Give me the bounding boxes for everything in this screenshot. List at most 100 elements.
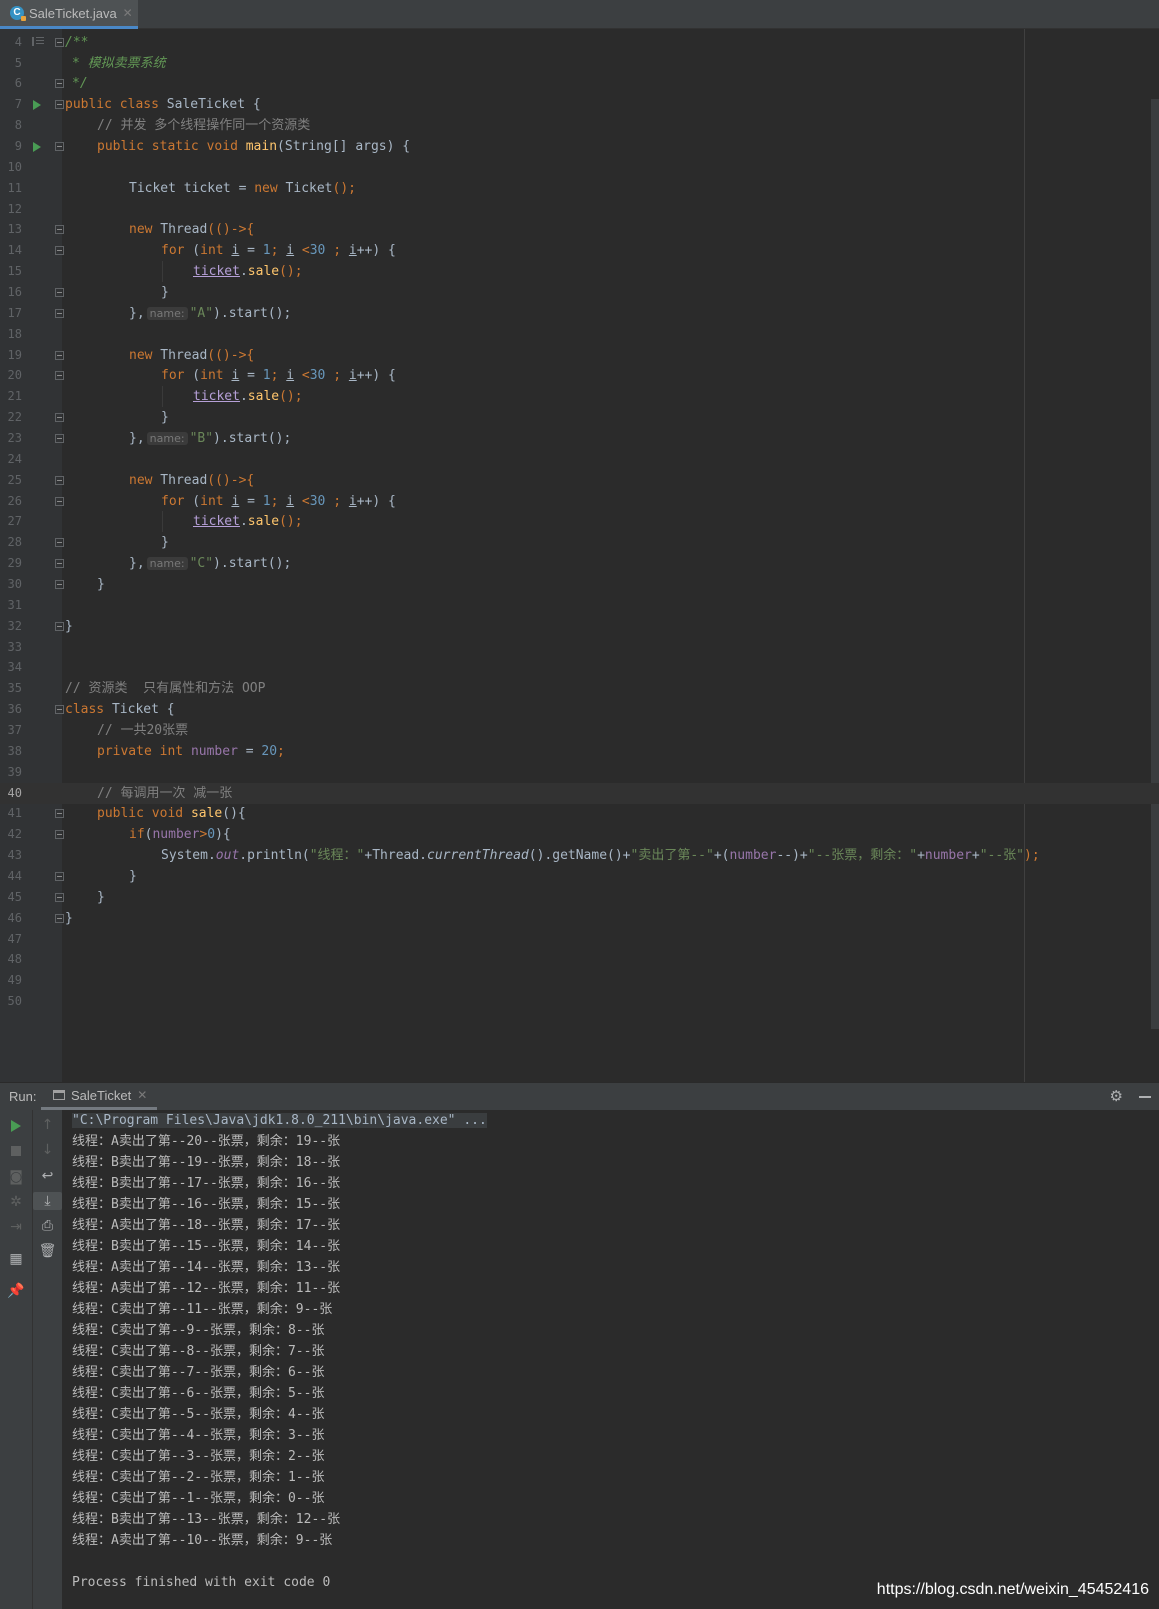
fold-icon[interactable]: [55, 476, 64, 485]
fold-icon[interactable]: [55, 538, 64, 547]
fold-icon[interactable]: [55, 559, 64, 568]
class-declaration: public class SaleTicket {: [65, 97, 261, 112]
fold-icon[interactable]: [55, 872, 64, 881]
trash-icon[interactable]: 🗑: [33, 1242, 62, 1260]
code-line: 10: [7, 160, 22, 174]
code-line: 29}, name: "C").start();: [7, 556, 292, 571]
run-main-icon[interactable]: [33, 142, 41, 152]
soft-wrap-icon[interactable]: ↩: [33, 1167, 62, 1185]
fold-icon[interactable]: [55, 809, 64, 818]
fold-icon[interactable]: [55, 309, 64, 318]
fold-icon[interactable]: [55, 497, 64, 506]
arrow-down-icon[interactable]: ↓: [33, 1141, 62, 1159]
code-line: 39: [7, 765, 22, 779]
watermark: https://blog.csdn.net/weixin_45452416: [876, 1581, 1149, 1598]
close-tab-icon[interactable]: ✕: [123, 6, 133, 20]
console-output-line: 线程：C卖出了第--11--张票，剩余：9--张: [72, 1302, 333, 1317]
fold-icon[interactable]: [55, 830, 64, 839]
arrow-up-icon[interactable]: ↑: [33, 1116, 62, 1134]
console-command-line: "C:\Program Files\Java\jdk1.8.0_211\bin\…: [72, 1113, 487, 1128]
run-left-toolbar: ◙ ✲ ⇥ ▦ 📌: [0, 1110, 32, 1609]
run-second-toolbar: ↑ ↓ ↩ ⤓ ⎙ 🗑: [32, 1110, 62, 1609]
fold-icon[interactable]: [55, 225, 64, 234]
run-class-icon[interactable]: [33, 100, 41, 110]
code-line: 21 ticket.sale();: [0, 386, 1159, 407]
run-tool-window: ◙ ✲ ⇥ ▦ 📌 ↑ ↓ ↩ ⤓ ⎙ 🗑 "C:\Program Files\…: [0, 1110, 1159, 1609]
gear-icon[interactable]: ⚙: [1110, 1087, 1123, 1105]
code-line: 42 if(number>0){: [7, 827, 231, 842]
code-line: 41 public void sale(){: [0, 803, 1159, 824]
console-output-line: 线程：A卖出了第--14--张票，剩余：13--张: [72, 1260, 341, 1275]
code-line: 37// 一共20张票: [7, 723, 189, 738]
console-output-line: 线程：B卖出了第--19--张票，剩余：18--张: [72, 1155, 341, 1170]
code-line: 31: [7, 598, 22, 612]
layout-icon[interactable]: ▦: [0, 1250, 32, 1268]
fold-icon[interactable]: [55, 142, 64, 151]
console-exit-line: Process finished with exit code 0: [72, 1575, 331, 1590]
code-line: 14 for (int i = 1; i <30 ; i++) {: [7, 243, 396, 258]
console-output-line: 线程：C卖出了第--5--张票，剩余：4--张: [72, 1407, 325, 1422]
run-tab-label: SaleTicket: [71, 1087, 132, 1103]
fold-icon[interactable]: [55, 79, 64, 88]
code-line: 16}: [7, 285, 169, 300]
console-output-line: 线程：B卖出了第--15--张票，剩余：14--张: [72, 1239, 341, 1254]
close-run-tab-icon[interactable]: ✕: [137, 1088, 147, 1102]
fold-icon[interactable]: [55, 246, 64, 255]
minimize-icon[interactable]: [1139, 1096, 1151, 1098]
reader-mode-icon[interactable]: [32, 37, 44, 46]
fold-icon[interactable]: [55, 38, 64, 47]
console-output-line: 线程：A卖出了第--10--张票，剩余：9--张: [72, 1533, 333, 1548]
fold-icon[interactable]: [55, 100, 64, 109]
code-line: 26 for (int i = 1; i <30 ; i++) {: [7, 494, 396, 509]
console-icon: [53, 1090, 65, 1100]
fold-icon[interactable]: [55, 893, 64, 902]
code-line: 5 * 模拟卖票系统: [14, 56, 166, 71]
code-line: 33: [7, 640, 22, 654]
console-output-line: 线程：A卖出了第--20--张票，剩余：19--张: [72, 1134, 341, 1149]
parameter-hint: name:: [146, 557, 188, 570]
pin-icon[interactable]: 📌: [0, 1282, 32, 1300]
fold-icon[interactable]: [55, 288, 64, 297]
code-line: 36 class Ticket {: [0, 699, 1159, 720]
stop-icon[interactable]: [11, 1146, 21, 1156]
code-line: 38 private int number = 20;: [7, 744, 285, 759]
code-line: 23}, name: "B").start();: [7, 431, 292, 446]
console-output-line: 线程：B卖出了第--17--张票，剩余：16--张: [72, 1176, 341, 1191]
scroll-to-end-icon[interactable]: ⤓: [33, 1192, 62, 1210]
run-tool-window-header: Run: SaleTicket ✕ ⚙: [0, 1082, 1159, 1110]
fold-icon[interactable]: [55, 371, 64, 380]
fold-icon[interactable]: [55, 580, 64, 589]
print-icon[interactable]: ⎙: [33, 1217, 62, 1235]
console-output[interactable]: "C:\Program Files\Java\jdk1.8.0_211\bin\…: [72, 1110, 487, 1593]
rerun-icon[interactable]: [11, 1120, 21, 1132]
console-output-line: 线程：A卖出了第--18--张票，剩余：17--张: [72, 1218, 341, 1233]
file-tab-saleticket[interactable]: C SaleTicket.java ✕: [0, 0, 138, 29]
fold-icon[interactable]: [55, 413, 64, 422]
code-line: 28}: [7, 535, 169, 550]
console-output-line: 线程：C卖出了第--7--张票，剩余：6--张: [72, 1365, 325, 1380]
debug-icon[interactable]: ✲: [0, 1193, 32, 1211]
code-line: 11 Ticket ticket = new Ticket();: [7, 181, 356, 196]
run-tab-saleticket[interactable]: SaleTicket ✕: [41, 1083, 157, 1110]
code-line: 49: [7, 973, 22, 987]
code-editor[interactable]: 4/** 5 * 模拟卖票系统 6 */ 7 public class SaleTic…: [0, 29, 1159, 1082]
fold-icon[interactable]: [55, 622, 64, 631]
code-line: 9 public static void main(String[] args) …: [0, 136, 1159, 157]
main-method-declaration: public static void main(String[] args) {: [97, 139, 411, 154]
fold-icon[interactable]: [55, 351, 64, 360]
sale-method-declaration: public void sale(){: [97, 806, 246, 821]
console-output-line: 线程：C卖出了第--3--张票，剩余：2--张: [72, 1449, 325, 1464]
code-line: 25 new Thread(()->{: [7, 473, 255, 488]
fold-icon[interactable]: [55, 705, 64, 714]
code-line: 35// 资源类 只有属性和方法 OOP: [7, 681, 266, 696]
fold-icon[interactable]: [55, 914, 64, 923]
code-line: 12: [7, 202, 22, 216]
code-line: 45}: [7, 890, 105, 905]
exit-icon[interactable]: ⇥: [0, 1218, 32, 1236]
code-line: 7 public class SaleTicket {: [0, 94, 1159, 115]
code-line: 18: [7, 327, 22, 341]
camera-icon[interactable]: ◙: [0, 1168, 32, 1186]
code-line: 22}: [7, 410, 169, 425]
java-class-icon: C: [10, 6, 26, 21]
fold-icon[interactable]: [55, 434, 64, 443]
